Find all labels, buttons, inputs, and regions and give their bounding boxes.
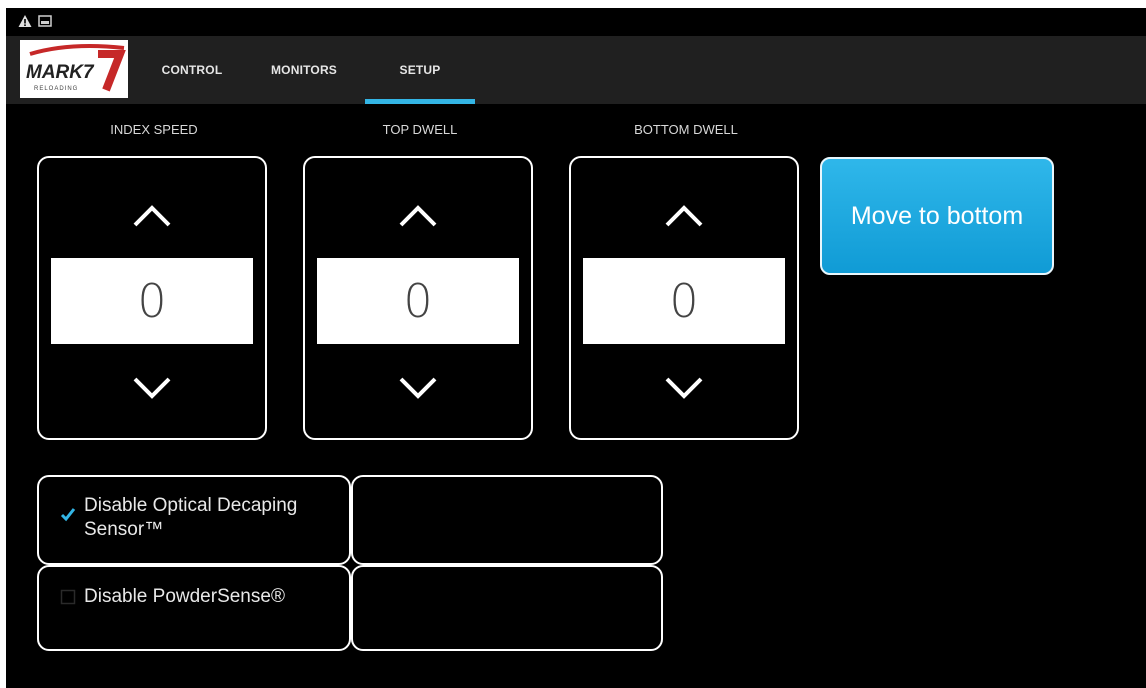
top-dwell-increment-button[interactable] <box>305 176 531 256</box>
bottom-dwell-spinner: 0 <box>569 156 799 440</box>
chevron-down-icon <box>665 377 703 399</box>
tab-monitors[interactable]: MONITORS <box>252 36 356 104</box>
top-dwell-decrement-button[interactable] <box>305 348 531 428</box>
disable-optical-sensor-checkbox[interactable]: Disable Optical Decaping Sensor™ <box>60 494 345 542</box>
index-speed-value[interactable]: 0 <box>51 258 253 344</box>
app-screen: MARK7 RELOADING CONTROL MONITORS SETUP I… <box>6 8 1146 688</box>
option-cell-empty-2 <box>351 565 663 651</box>
index-speed-label: INDEX SPEED <box>110 122 198 137</box>
index-speed-decrement-button[interactable] <box>39 348 265 428</box>
bottom-dwell-decrement-button[interactable] <box>571 348 797 428</box>
index-speed-increment-button[interactable] <box>39 176 265 256</box>
chevron-down-icon <box>133 377 171 399</box>
logo-graphic: MARK7 RELOADING <box>26 44 126 92</box>
status-bar <box>6 8 1146 36</box>
disable-powdersense-checkbox[interactable]: Disable PowderSense® <box>60 585 345 609</box>
top-dwell-value[interactable]: 0 <box>317 258 519 344</box>
logo-subtext: RELOADING <box>34 86 78 92</box>
bottom-dwell-value[interactable]: 0 <box>583 258 785 344</box>
disable-powdersense-label: Disable PowderSense® <box>84 586 285 607</box>
bottom-dwell-increment-button[interactable] <box>571 176 797 256</box>
move-to-bottom-button[interactable]: Move to bottom <box>820 157 1054 275</box>
bottom-dwell-label: BOTTOM DWELL <box>634 122 738 137</box>
option-cell-empty-1 <box>351 475 663 565</box>
tab-setup[interactable]: SETUP <box>365 36 475 104</box>
logo-text: MARK7 <box>26 62 95 83</box>
warning-icon <box>18 15 32 27</box>
disable-optical-sensor-label: Disable Optical Decaping Sensor™ <box>84 495 298 540</box>
checkbox-unchecked-icon <box>60 589 76 605</box>
top-dwell-label: TOP DWELL <box>382 122 458 137</box>
chevron-up-icon <box>665 205 703 227</box>
mark7-logo: MARK7 RELOADING <box>20 40 128 98</box>
image-icon <box>38 15 52 27</box>
top-dwell-spinner: 0 <box>303 156 533 440</box>
action-bar: MARK7 RELOADING CONTROL MONITORS SETUP <box>6 36 1146 104</box>
chevron-up-icon <box>399 205 437 227</box>
checkmark-icon <box>60 508 76 522</box>
tab-control[interactable]: CONTROL <box>140 36 244 104</box>
index-speed-spinner: 0 <box>37 156 267 440</box>
chevron-up-icon <box>133 205 171 227</box>
chevron-down-icon <box>399 377 437 399</box>
